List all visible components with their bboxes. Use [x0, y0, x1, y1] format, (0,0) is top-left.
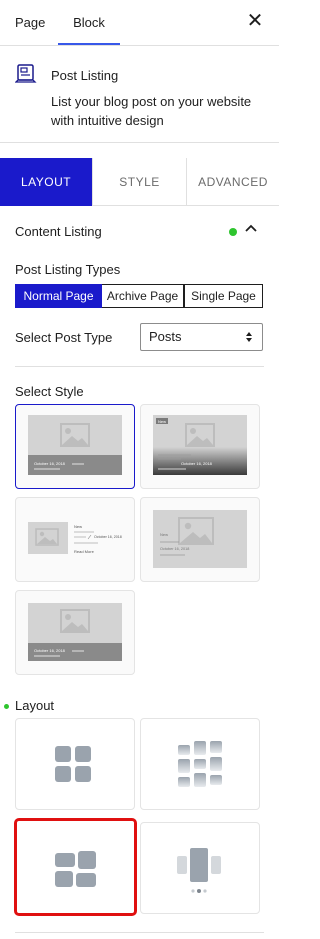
- layout-option-grid[interactable]: [15, 718, 135, 810]
- block-title: Post Listing: [51, 68, 119, 83]
- sidebar-top-tabs: Page Block ✕: [0, 0, 279, 46]
- layout-label: Layout: [15, 698, 55, 713]
- type-archive-page-button[interactable]: Archive Page: [102, 284, 184, 308]
- status-dot: [229, 228, 237, 236]
- block-description: List your blog post on your website with…: [51, 94, 252, 128]
- carousel-layout-icon: [177, 848, 221, 893]
- tab-style[interactable]: STYLE: [92, 158, 186, 206]
- tab-layout[interactable]: LAYOUT: [0, 158, 92, 206]
- type-single-page-button[interactable]: Single Page: [184, 284, 263, 308]
- style-3-date: October 16, 2018: [94, 535, 122, 539]
- tab-advanced[interactable]: ADVANCED: [186, 158, 279, 206]
- style-5-date: October 16, 2018: [34, 648, 66, 653]
- style-3-new: New: [74, 524, 82, 529]
- post-listing-icon: [15, 64, 37, 83]
- style-3-read-more: Read More: [74, 549, 95, 554]
- tab-page[interactable]: Page: [15, 0, 45, 46]
- divider: [15, 366, 264, 367]
- layout-option-masonry[interactable]: [140, 718, 260, 810]
- style-3-preview: New October 16, 2018 Read More: [28, 522, 122, 554]
- content-listing-title[interactable]: Content Listing: [15, 224, 102, 239]
- post-type-value: Posts: [149, 329, 182, 344]
- settings-tabs: LAYOUT STYLE ADVANCED: [0, 158, 279, 206]
- style-4-date: October 16, 2018: [160, 547, 189, 551]
- metro-layout-icon: [55, 851, 96, 887]
- close-icon[interactable]: ✕: [245, 11, 265, 31]
- style-4-new: New: [160, 532, 168, 537]
- divider: [15, 932, 264, 933]
- layout-status-dot: [4, 704, 9, 709]
- style-1-preview: October 16, 2018: [28, 415, 122, 475]
- style-4-preview: New October 16, 2018: [153, 510, 247, 568]
- layout-option-metro[interactable]: [14, 818, 137, 916]
- style-1-date: October 16, 2018: [34, 461, 66, 466]
- type-normal-page-button[interactable]: Normal Page: [15, 284, 102, 308]
- post-listing-types-label: Post Listing Types: [15, 262, 121, 277]
- style-2-preview: New October 16, 2018: [153, 415, 247, 475]
- style-5-preview: October 16, 2018: [28, 603, 122, 661]
- style-option-1[interactable]: October 16, 2018: [15, 404, 135, 489]
- layout-option-carousel[interactable]: [140, 822, 260, 914]
- masonry-layout-icon: [178, 741, 222, 787]
- style-2-new-badge: New: [158, 419, 166, 424]
- grid-layout-icon: [55, 746, 91, 782]
- style-option-3[interactable]: New October 16, 2018 Read More: [15, 497, 135, 582]
- select-style-label: Select Style: [15, 384, 84, 399]
- style-option-2[interactable]: New October 16, 2018: [140, 404, 260, 489]
- active-tab-indicator: [58, 43, 120, 45]
- post-type-select[interactable]: Posts: [140, 323, 263, 351]
- style-option-5[interactable]: October 16, 2018: [15, 590, 135, 675]
- chevron-up-icon[interactable]: [244, 222, 258, 236]
- select-post-type-label: Select Post Type: [15, 330, 113, 345]
- tab-block[interactable]: Block: [58, 0, 120, 46]
- style-2-date: October 16, 2018: [181, 461, 213, 466]
- style-option-4[interactable]: New October 16, 2018: [140, 497, 260, 582]
- select-arrows-icon: [246, 332, 252, 342]
- divider: [0, 142, 279, 143]
